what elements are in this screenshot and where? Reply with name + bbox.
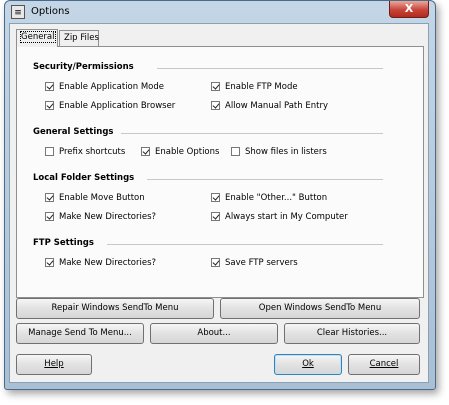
group-title-local-folder: Local Folder Settings — [33, 173, 135, 183]
ok-button[interactable]: Ok — [274, 354, 342, 375]
checkbox-box — [45, 147, 54, 156]
checkbox-enable-move-button[interactable]: Enable Move Button — [45, 193, 145, 205]
group-title-ftp: FTP Settings — [33, 238, 94, 248]
checkbox-box — [45, 212, 54, 221]
group-divider — [157, 68, 383, 69]
options-window: ≡ Options X General Zip Files Security/P… — [4, 0, 436, 390]
checkbox-label: Enable Move Button — [59, 193, 145, 203]
checkbox-label: Enable Application Browser — [59, 101, 176, 111]
cancel-button[interactable]: Cancel — [348, 354, 420, 375]
checkbox-enable-application-browser[interactable]: Enable Application Browser — [45, 101, 175, 113]
checkbox-label: Prefix shortcuts — [59, 147, 126, 157]
checkbox-label: Enable Options — [155, 147, 220, 157]
cancel-button-label: Cancel — [369, 359, 399, 369]
open-sendto-menu-button[interactable]: Open Windows SendTo Menu — [220, 298, 420, 319]
tab-zip-files[interactable]: Zip Files — [59, 30, 99, 46]
checkbox-label: Save FTP servers — [225, 258, 298, 268]
checkbox-label: Enable Application Mode — [59, 82, 165, 92]
checkbox-label: Show files in listers — [245, 147, 327, 157]
checkbox-label: Allow Manual Path Entry — [225, 101, 328, 111]
checkbox-box — [211, 82, 220, 91]
title-bar[interactable]: ≡ Options X — [5, 1, 435, 23]
checkbox-make-new-directories-ftp[interactable]: Make New Directories? — [45, 258, 156, 270]
help-button[interactable]: Help — [16, 354, 92, 375]
help-button-label: Help — [44, 359, 64, 369]
checkbox-label: Make New Directories? — [59, 212, 157, 222]
checkbox-box — [211, 258, 220, 267]
checkbox-box — [45, 82, 54, 91]
group-divider — [147, 179, 383, 180]
checkbox-box — [211, 101, 220, 110]
checkbox-enable-options[interactable]: Enable Options — [141, 147, 219, 159]
app-icon: ≡ — [11, 5, 25, 19]
checkbox-label: Make New Directories? — [59, 258, 157, 268]
checkbox-always-start-in-my-computer[interactable]: Always start in My Computer — [211, 212, 348, 224]
tab-general[interactable]: General — [16, 29, 58, 47]
checkbox-box — [231, 147, 240, 156]
checkbox-enable-other-button[interactable]: Enable "Other..." Button — [211, 193, 327, 205]
about-button[interactable]: About... — [150, 323, 278, 344]
close-button[interactable]: X — [389, 1, 429, 18]
checkbox-box — [211, 193, 220, 202]
checkbox-box — [141, 147, 150, 156]
checkbox-enable-application-mode[interactable]: Enable Application Mode — [45, 82, 164, 94]
manage-sendto-menu-button[interactable]: Manage Send To Menu... — [16, 323, 144, 344]
group-divider — [121, 133, 383, 134]
tab-zip-files-label: Zip Files — [64, 33, 99, 43]
clear-histories-button[interactable]: Clear Histories... — [284, 323, 420, 344]
checkbox-box — [45, 258, 54, 267]
group-divider — [107, 244, 383, 245]
checkbox-enable-ftp-mode[interactable]: Enable FTP Mode — [211, 82, 298, 94]
checkbox-show-files-in-listers[interactable]: Show files in listers — [231, 147, 327, 159]
checkbox-label: Enable "Other..." Button — [225, 193, 328, 203]
dialog-client: General Zip Files Security/Permissions E… — [9, 23, 429, 383]
window-title: Options — [31, 6, 70, 17]
repair-sendto-menu-button[interactable]: Repair Windows SendTo Menu — [16, 298, 214, 319]
checkbox-box — [45, 101, 54, 110]
checkbox-label: Always start in My Computer — [225, 212, 348, 222]
checkbox-prefix-shortcuts[interactable]: Prefix shortcuts — [45, 147, 125, 159]
checkbox-box — [45, 193, 54, 202]
tab-general-label: General — [20, 31, 56, 43]
group-title-security: Security/Permissions — [33, 62, 134, 72]
group-title-general: General Settings — [33, 127, 114, 137]
checkbox-box — [211, 212, 220, 221]
general-tab-panel: Security/Permissions Enable Application … — [16, 46, 424, 298]
checkbox-make-new-directories-local[interactable]: Make New Directories? — [45, 212, 156, 224]
checkbox-save-ftp-servers[interactable]: Save FTP servers — [211, 258, 298, 270]
checkbox-allow-manual-path-entry[interactable]: Allow Manual Path Entry — [211, 101, 328, 113]
ok-button-label: Ok — [302, 359, 314, 369]
checkbox-label: Enable FTP Mode — [225, 82, 298, 92]
